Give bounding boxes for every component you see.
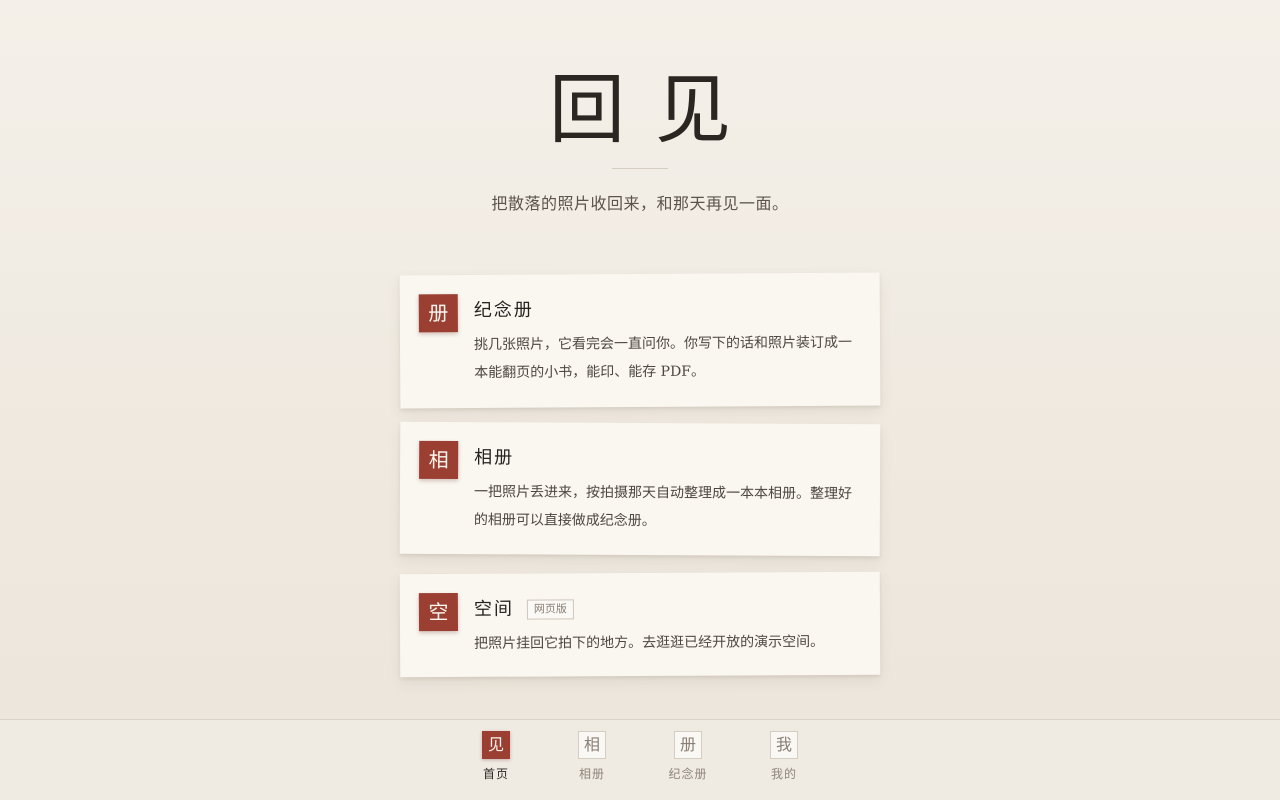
card-title: 空间 bbox=[473, 598, 514, 620]
nav-item-album[interactable]: 相 相册 bbox=[557, 731, 627, 791]
nav-label: 我的 bbox=[770, 767, 797, 781]
space-icon: 空 bbox=[418, 592, 459, 632]
feature-card-space[interactable]: 空 空间 网页版 把照片挂回它拍下的地方。去逛逛已经开放的演示空间。 bbox=[399, 571, 881, 678]
feature-card-album[interactable]: 相 相册 一把照片丢进来，按拍摄那天自动整理成一本本相册。整理好的相册可以直接做… bbox=[399, 421, 881, 557]
card-description: 挑几张照片，它看完会一直问你。你写下的话和照片装订成一本能翻页的小书，能印、能存… bbox=[473, 334, 853, 382]
card-title: 相册 bbox=[474, 447, 515, 469]
nav-label: 相册 bbox=[578, 767, 605, 781]
memorial-book-icon: 册 bbox=[418, 294, 458, 333]
feature-card-memorial-book[interactable]: 册 纪念册 挑几张照片，它看完会一直问你。你写下的话和照片装订成一本能翻页的小书… bbox=[399, 272, 881, 409]
memorial-book-icon: 册 bbox=[674, 731, 702, 759]
nav-label: 首页 bbox=[482, 767, 509, 781]
app-tagline: 把散落的照片收回来，和那天再见一面。 bbox=[491, 194, 789, 213]
nav-label: 纪念册 bbox=[668, 767, 708, 781]
title-divider bbox=[612, 168, 668, 169]
web-version-badge: 网页版 bbox=[526, 599, 574, 620]
card-title: 纪念册 bbox=[473, 299, 534, 322]
nav-item-memorial-book[interactable]: 册 纪念册 bbox=[653, 731, 723, 791]
album-icon: 相 bbox=[419, 440, 459, 480]
nav-item-profile[interactable]: 我 我的 bbox=[749, 731, 819, 791]
album-icon: 相 bbox=[578, 731, 606, 759]
app-title: 回见 bbox=[549, 65, 761, 154]
card-description: 把照片挂回它拍下的地方。去逛逛已经开放的演示空间。 bbox=[474, 634, 825, 652]
home-icon: 见 bbox=[482, 731, 510, 759]
nav-item-home[interactable]: 见 首页 bbox=[461, 731, 531, 791]
card-description: 一把照片丢进来，按拍摄那天自动整理成一本本相册。整理好的相册可以直接做成纪念册。 bbox=[473, 484, 853, 530]
profile-icon: 我 bbox=[770, 731, 798, 759]
bottom-navigation: 见 首页 相 相册 册 纪念册 我 我的 bbox=[0, 719, 1280, 800]
